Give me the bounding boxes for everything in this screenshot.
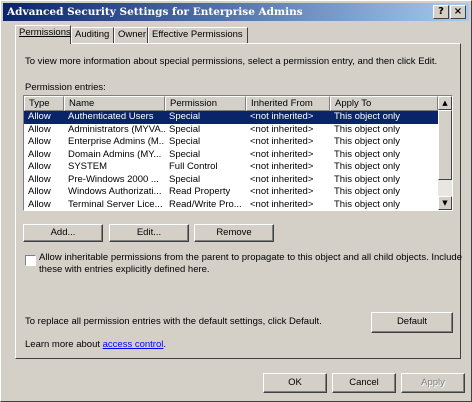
edit-button[interactable]: Edit... bbox=[109, 224, 189, 242]
help-button[interactable]: ? bbox=[433, 5, 449, 19]
cell-inherited-from: <not inherited> bbox=[250, 111, 314, 122]
edit-button-label: Edit... bbox=[136, 227, 162, 238]
cell-permission: Full Control bbox=[169, 161, 218, 172]
cell-type: Allow bbox=[28, 161, 51, 172]
scroll-down-arrow-icon[interactable]: ▼ bbox=[438, 196, 452, 210]
table-row[interactable]: Allow Domain Admins (MY... Special <not inh… bbox=[24, 149, 438, 162]
cell-type: Allow bbox=[28, 198, 51, 210]
ok-button-label: OK bbox=[288, 377, 302, 388]
tab-auditing[interactable]: Auditing bbox=[71, 27, 114, 43]
vertical-scrollbar[interactable]: ▲ ▼ bbox=[438, 96, 452, 210]
tab-permissions[interactable]: Permissions bbox=[15, 25, 71, 44]
cell-apply-to: This object only bbox=[334, 161, 401, 172]
default-hint-text: To replace all permission entries with t… bbox=[25, 316, 322, 327]
remove-button-label: Remove bbox=[216, 227, 252, 238]
cell-type: Allow bbox=[28, 123, 51, 135]
cell-apply-to: This object only bbox=[334, 111, 401, 122]
default-button-label: Default bbox=[396, 316, 428, 327]
cell-permission: Special bbox=[169, 111, 201, 122]
learn-more-suffix: . bbox=[163, 339, 167, 350]
cell-permission: Special bbox=[169, 148, 201, 160]
learn-more-prefix: Learn more about bbox=[25, 339, 100, 350]
inherit-permissions-label-line1[interactable]: Allow inheritable permissions from the p… bbox=[39, 252, 462, 263]
column-header-permission[interactable]: Permission bbox=[165, 96, 246, 111]
column-header-inherited-from[interactable]: Inherited From bbox=[246, 96, 330, 111]
table-row[interactable]: Allow SYSTEM Full Control <not inherited> Th… bbox=[24, 161, 438, 174]
tab-effective-permissions-label: Effective Permissions bbox=[152, 29, 243, 40]
cell-permission: Read Property bbox=[169, 186, 231, 197]
window-title: Advanced Security Settings for Enterpris… bbox=[7, 6, 303, 18]
tab-owner-label: Owner bbox=[118, 29, 146, 40]
table-row[interactable]: Allow Authenticated Users Special <not inhe… bbox=[24, 111, 438, 124]
scroll-up-arrow-icon[interactable]: ▲ bbox=[438, 96, 452, 110]
table-row[interactable]: Allow Enterprise Admins (M... Special <not … bbox=[24, 136, 438, 149]
column-header-apply-to[interactable]: Apply To bbox=[330, 96, 438, 111]
cell-apply-to: This object only bbox=[334, 173, 401, 185]
remove-button[interactable]: Remove bbox=[194, 224, 274, 242]
tab-permissions-label: Permissions bbox=[19, 27, 71, 38]
list-rows: Allow Authenticated Users Special <not inhe… bbox=[24, 111, 438, 211]
table-row[interactable]: Allow Windows Authorizati... Read Property… bbox=[24, 186, 438, 199]
tab-owner[interactable]: Owner bbox=[114, 27, 148, 43]
cell-apply-to: This object only bbox=[334, 136, 401, 147]
add-button[interactable]: Add... bbox=[23, 224, 103, 242]
cell-apply-to: This object only bbox=[334, 123, 401, 135]
cell-inherited-from: <not inherited> bbox=[250, 148, 314, 160]
table-row[interactable]: Allow Terminal Server Lice... Read/Write P… bbox=[24, 198, 438, 211]
cell-inherited-from: <not inherited> bbox=[250, 136, 314, 147]
tab-auditing-label: Auditing bbox=[75, 29, 110, 40]
cell-inherited-from: <not inherited> bbox=[250, 173, 314, 185]
cell-name: Authenticated Users bbox=[68, 111, 154, 122]
entries-label: Permission entries: bbox=[25, 82, 106, 93]
cell-name: Pre-Windows 2000 ... bbox=[68, 173, 159, 185]
cell-type: Allow bbox=[28, 186, 51, 197]
learn-more-text: Learn more about access control. bbox=[25, 339, 166, 350]
cell-inherited-from: <not inherited> bbox=[250, 198, 314, 210]
scroll-thumb[interactable] bbox=[438, 110, 452, 180]
intro-text: To view more information about special p… bbox=[25, 56, 438, 67]
cell-name: Windows Authorizati... bbox=[68, 186, 162, 197]
cancel-button-label: Cancel bbox=[349, 377, 379, 388]
title-bar[interactable]: Advanced Security Settings for Enterpris… bbox=[3, 3, 469, 21]
close-button[interactable]: × bbox=[450, 5, 466, 19]
column-header-name[interactable]: Name bbox=[64, 96, 165, 111]
cell-permission: Special bbox=[169, 123, 201, 135]
table-row[interactable]: Allow Administrators (MYVA... Special <not … bbox=[24, 124, 438, 137]
tab-effective-permissions[interactable]: Effective Permissions bbox=[148, 27, 248, 43]
cell-type: Allow bbox=[28, 111, 51, 122]
cell-inherited-from: <not inherited> bbox=[250, 123, 314, 135]
cell-apply-to: This object only bbox=[334, 198, 401, 210]
permission-entries-list[interactable]: Type Name Permission Inherited From Appl… bbox=[23, 95, 453, 211]
cell-apply-to: This object only bbox=[334, 148, 401, 160]
default-button[interactable]: Default bbox=[371, 312, 453, 333]
cell-name: Domain Admins (MY... bbox=[68, 148, 162, 160]
cell-inherited-from: <not inherited> bbox=[250, 161, 314, 172]
add-button-label: Add... bbox=[50, 227, 76, 238]
table-row[interactable]: Allow Pre-Windows 2000 ... Special <not inh… bbox=[24, 174, 438, 187]
inherit-permissions-label-line2[interactable]: these with entries explicitly defined he… bbox=[39, 264, 210, 275]
cell-type: Allow bbox=[28, 136, 51, 147]
cell-permission: Read/Write Pro... bbox=[169, 198, 242, 210]
cell-name: Administrators (MYVA... bbox=[68, 123, 165, 135]
column-header-type[interactable]: Type bbox=[24, 96, 64, 111]
cell-name: Enterprise Admins (M... bbox=[68, 136, 165, 147]
security-settings-window: Advanced Security Settings for Enterpris… bbox=[0, 0, 472, 402]
cell-type: Allow bbox=[28, 148, 51, 160]
cancel-button[interactable]: Cancel bbox=[332, 373, 396, 393]
cell-permission: Special bbox=[169, 136, 201, 147]
cell-permission: Special bbox=[169, 173, 201, 185]
cell-apply-to: This object only bbox=[334, 186, 401, 197]
ok-button[interactable]: OK bbox=[263, 373, 327, 393]
cell-name: Terminal Server Lice... bbox=[68, 198, 163, 210]
apply-button-label: Apply bbox=[421, 377, 445, 388]
apply-button[interactable]: Apply bbox=[401, 373, 465, 393]
inherit-permissions-checkbox[interactable] bbox=[25, 255, 36, 266]
list-header: Type Name Permission Inherited From Appl… bbox=[24, 96, 438, 111]
cell-name: SYSTEM bbox=[68, 161, 108, 172]
access-control-link[interactable]: access control bbox=[103, 339, 164, 350]
cell-type: Allow bbox=[28, 173, 51, 185]
cell-inherited-from: <not inherited> bbox=[250, 186, 314, 197]
